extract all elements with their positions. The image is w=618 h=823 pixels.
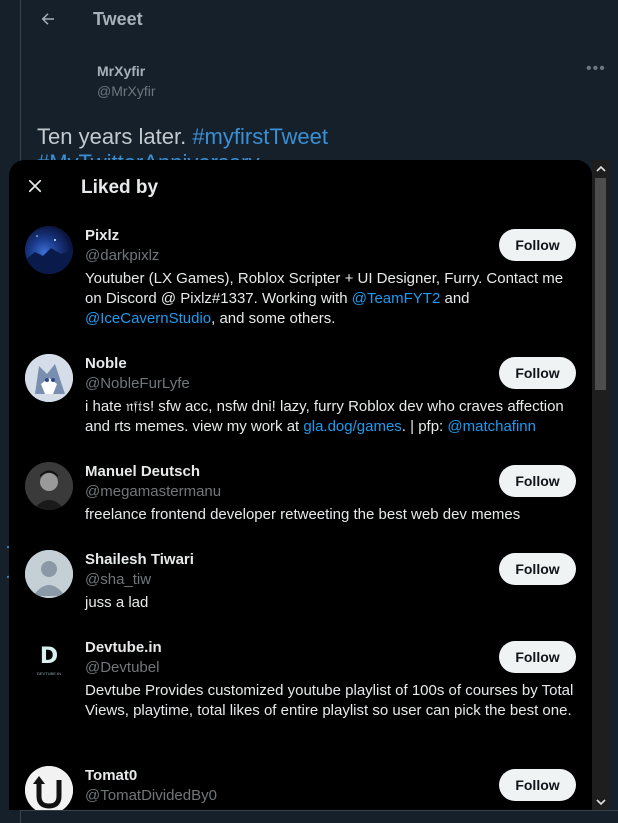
user-cell[interactable]: Pixlz @darkpixlz Youtuber (LX Games), Ro… [9, 215, 592, 327]
bio-link[interactable]: @matchafinn [447, 418, 536, 435]
user-bio: Youtuber (LX Games), Roblox Scripter + U… [85, 269, 575, 329]
divider [20, 810, 618, 811]
user-handle[interactable]: @sha_tiw [85, 571, 151, 588]
default-avatar-icon [25, 550, 73, 598]
avatar[interactable] [25, 226, 73, 274]
avatar[interactable] [25, 550, 73, 598]
user-name[interactable]: Pixlz [85, 227, 119, 244]
scroll-up-arrow-icon [595, 165, 606, 172]
user-bio: i hate 𝔫𝔣𝔱s! sfw acc, nsfw dni! lazy, fu… [85, 397, 575, 437]
tweet-text: Ten years later. #myfirstTweet [37, 124, 328, 150]
user-handle[interactable]: @darkpixlz [85, 247, 159, 264]
follow-button[interactable]: Follow [499, 357, 576, 389]
follow-button[interactable]: Follow [499, 641, 576, 673]
liked-by-modal: Liked by Pixlz @darkpixlz Youtuber (LX G… [9, 160, 592, 810]
scrollbar[interactable] [592, 160, 609, 810]
user-cell[interactable]: D DEVTUBE.IN Devtube.in @Devtubel Devtub… [9, 627, 592, 735]
close-button[interactable] [21, 172, 49, 200]
avatar[interactable] [25, 354, 73, 402]
modal-title: Liked by [81, 177, 159, 198]
user-cell[interactable]: Tomat0 @TomatDividedBy0 Follow [9, 755, 592, 810]
scroll-down-button[interactable] [592, 793, 609, 810]
bio-link[interactable]: gla.dog/games [303, 418, 401, 435]
user-cell[interactable]: Noble @NobleFurLyfe i hate 𝔫𝔣𝔱s! sfw acc… [9, 343, 592, 435]
avatar[interactable] [25, 462, 73, 510]
bio-text: Youtuber (LX Games), Roblox Scripter + U… [85, 270, 564, 307]
tweet-hashtag[interactable]: #myfirstTweet [192, 124, 328, 149]
tweet-author-handle[interactable]: @MrXyfir [97, 83, 156, 99]
bio-text: . | pfp: [401, 418, 448, 435]
scroll-down-arrow-icon [595, 798, 606, 805]
scroll-up-button[interactable] [592, 160, 609, 177]
follow-button[interactable]: Follow [499, 465, 576, 497]
user-handle[interactable]: @NobleFurLyfe [85, 375, 190, 392]
user-name[interactable]: Manuel Deutsch [85, 463, 200, 480]
back-arrow-icon [41, 13, 54, 25]
user-bio: Devtube Provides customized youtube play… [85, 682, 574, 719]
avatar[interactable]: D DEVTUBE.IN [25, 638, 73, 686]
bio-text: and [440, 290, 470, 307]
bio-text: , and some others. [211, 310, 336, 327]
bio-link[interactable]: @IceCavernStudio [85, 310, 211, 327]
follow-button[interactable]: Follow [499, 769, 576, 801]
modal-header: Liked by [9, 160, 592, 215]
bio-link[interactable]: @TeamFYT2 [352, 290, 441, 307]
user-handle[interactable]: @TomatDividedBy0 [85, 787, 217, 804]
user-bio: juss a lad [85, 594, 149, 611]
follow-button[interactable]: Follow [499, 553, 576, 585]
tweet-header: Tweet [21, 0, 618, 40]
avatar[interactable] [25, 766, 73, 810]
user-name[interactable]: Tomat0 [85, 767, 137, 784]
page-title: Tweet [93, 9, 143, 29]
more-icon[interactable]: ••• [586, 60, 606, 78]
tweet-author-name[interactable]: MrXyfir [97, 63, 145, 79]
scroll-thumb[interactable] [595, 178, 606, 390]
user-name[interactable]: Shailesh Tiwari [85, 551, 194, 568]
user-cell[interactable]: Manuel Deutsch @megamastermanu freelance… [9, 451, 592, 523]
follow-button[interactable]: Follow [499, 229, 576, 261]
tweet-text-body: Ten years later. [37, 124, 187, 149]
user-bio: freelance frontend developer retweeting … [85, 506, 521, 523]
close-icon [28, 179, 42, 193]
user-name[interactable]: Noble [85, 355, 127, 372]
avatar-letter: D [39, 644, 59, 669]
user-cell[interactable]: Shailesh Tiwari @sha_tiw juss a lad Foll… [9, 539, 592, 611]
back-button[interactable] [35, 6, 61, 32]
user-name[interactable]: Devtube.in [85, 639, 162, 656]
user-handle[interactable]: @megamastermanu [85, 483, 221, 500]
avatar-caption: DEVTUBE.IN [36, 671, 61, 676]
user-handle[interactable]: @Devtubel [85, 659, 159, 676]
